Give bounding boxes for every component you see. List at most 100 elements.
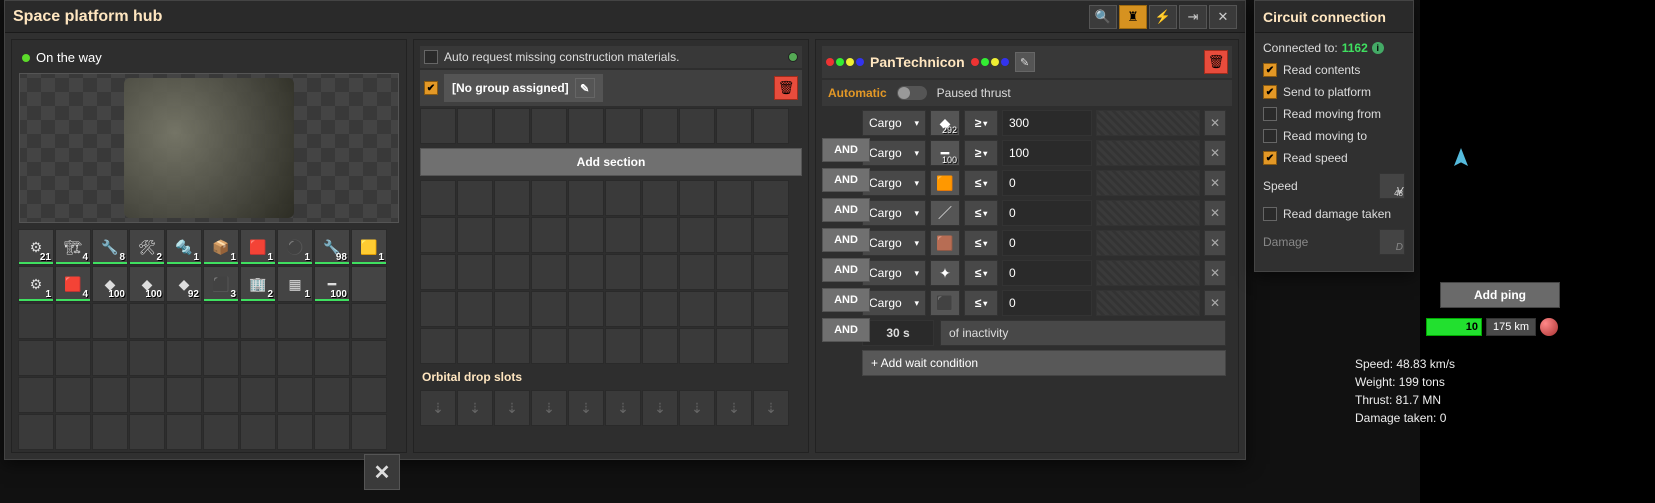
condition-operator-select[interactable]: ≤ ▾ bbox=[964, 170, 998, 196]
inventory-slot[interactable] bbox=[314, 414, 350, 450]
and-button[interactable]: AND bbox=[822, 138, 870, 162]
inactivity-time-input[interactable]: 30 s bbox=[862, 320, 934, 346]
inventory-slot[interactable] bbox=[18, 377, 54, 413]
delete-group-button[interactable]: 🗑 bbox=[774, 76, 798, 100]
section-slot[interactable] bbox=[494, 108, 530, 144]
inventory-slot[interactable]: ◆100 bbox=[129, 266, 165, 302]
condition-operator-select[interactable]: ≥ ▾ bbox=[964, 110, 998, 136]
condition-value-input[interactable]: 300 bbox=[1002, 110, 1092, 136]
inventory-slot[interactable] bbox=[55, 303, 91, 339]
section-slot[interactable] bbox=[531, 108, 567, 144]
request-slot[interactable] bbox=[457, 217, 493, 253]
request-slot[interactable] bbox=[494, 180, 530, 216]
orbital-drop-slot[interactable]: ⇣ bbox=[679, 390, 715, 426]
remove-condition-button[interactable]: ✕ bbox=[1204, 200, 1226, 226]
inventory-slot[interactable] bbox=[351, 377, 387, 413]
and-button[interactable]: AND bbox=[822, 318, 870, 342]
edit-schedule-icon[interactable]: ✎ bbox=[1015, 52, 1035, 72]
request-slot[interactable] bbox=[494, 254, 530, 290]
circuit-checkbox[interactable] bbox=[1263, 63, 1277, 77]
remove-condition-button[interactable]: ✕ bbox=[1204, 230, 1226, 256]
inventory-slot[interactable] bbox=[351, 414, 387, 450]
read-damage-checkbox[interactable] bbox=[1263, 207, 1277, 221]
and-button[interactable]: AND bbox=[822, 198, 870, 222]
inventory-slot[interactable]: 🏗4 bbox=[55, 229, 91, 265]
section-slot[interactable] bbox=[605, 108, 641, 144]
schedule-color-icon[interactable] bbox=[826, 58, 864, 66]
request-slot[interactable] bbox=[420, 180, 456, 216]
section-slot[interactable] bbox=[642, 108, 678, 144]
request-slot[interactable] bbox=[457, 254, 493, 290]
circuit-checkbox[interactable] bbox=[1263, 85, 1277, 99]
inventory-slot[interactable] bbox=[129, 414, 165, 450]
destination-planet-icon[interactable] bbox=[1540, 318, 1558, 336]
request-slot[interactable] bbox=[716, 180, 752, 216]
orbital-drop-slot[interactable]: ⇣ bbox=[753, 390, 789, 426]
request-slot[interactable] bbox=[568, 291, 604, 327]
inventory-slot[interactable] bbox=[277, 377, 313, 413]
request-slot[interactable] bbox=[679, 180, 715, 216]
inventory-slot[interactable]: ◆92 bbox=[166, 266, 202, 302]
condition-item-button[interactable]: ⬛ bbox=[930, 290, 960, 316]
request-slot[interactable] bbox=[642, 180, 678, 216]
section-slot[interactable] bbox=[753, 108, 789, 144]
inventory-slot[interactable] bbox=[203, 377, 239, 413]
condition-item-button[interactable]: 🟧 bbox=[930, 170, 960, 196]
request-slot[interactable] bbox=[605, 254, 641, 290]
request-slot[interactable] bbox=[494, 328, 530, 364]
section-slot[interactable] bbox=[568, 108, 604, 144]
condition-item-button[interactable]: ◆292 bbox=[930, 110, 960, 136]
request-slot[interactable] bbox=[494, 217, 530, 253]
remove-condition-button[interactable]: ✕ bbox=[1204, 170, 1226, 196]
request-slot[interactable] bbox=[420, 291, 456, 327]
request-slot[interactable] bbox=[457, 328, 493, 364]
condition-type-select[interactable]: Cargo ▾ bbox=[862, 110, 926, 136]
inventory-slot[interactable] bbox=[351, 340, 387, 376]
lightning-icon[interactable]: ⚡ bbox=[1149, 5, 1177, 29]
inventory-slot[interactable] bbox=[129, 377, 165, 413]
condition-value-input[interactable]: 100 bbox=[1002, 140, 1092, 166]
request-slot[interactable] bbox=[457, 180, 493, 216]
inventory-slot[interactable]: 🔩1 bbox=[166, 229, 202, 265]
add-wait-condition-button[interactable]: + Add wait condition bbox=[862, 350, 1226, 376]
inventory-slot[interactable]: 🔧98 bbox=[314, 229, 350, 265]
add-section-button[interactable]: Add section bbox=[420, 148, 802, 176]
condition-item-button[interactable]: ✦ bbox=[930, 260, 960, 286]
request-slot[interactable] bbox=[605, 180, 641, 216]
inventory-slot[interactable] bbox=[240, 377, 276, 413]
and-button[interactable]: AND bbox=[822, 288, 870, 312]
inventory-slot[interactable] bbox=[314, 340, 350, 376]
request-slot[interactable] bbox=[642, 217, 678, 253]
speed-signal-button[interactable]: V48 bbox=[1379, 173, 1405, 199]
condition-type-select[interactable]: Cargo ▾ bbox=[862, 230, 926, 256]
request-slot[interactable] bbox=[679, 328, 715, 364]
request-slot[interactable] bbox=[716, 254, 752, 290]
inventory-slot[interactable]: 🟥1 bbox=[240, 229, 276, 265]
condition-item-button[interactable]: ━100 bbox=[930, 140, 960, 166]
group-chip[interactable]: [No group assigned] ✎ bbox=[444, 74, 603, 102]
circuit-checkbox[interactable] bbox=[1263, 107, 1277, 121]
request-slot[interactable] bbox=[420, 217, 456, 253]
request-slot[interactable] bbox=[642, 328, 678, 364]
inventory-slot[interactable] bbox=[18, 303, 54, 339]
inventory-slot[interactable]: ⬛3 bbox=[203, 266, 239, 302]
inventory-slot[interactable] bbox=[203, 303, 239, 339]
inventory-slot[interactable] bbox=[203, 414, 239, 450]
inventory-slot[interactable]: 🟥4 bbox=[55, 266, 91, 302]
inventory-slot[interactable] bbox=[129, 340, 165, 376]
and-button[interactable]: AND bbox=[822, 258, 870, 282]
inventory-slot[interactable]: 🛠2 bbox=[129, 229, 165, 265]
request-slot[interactable] bbox=[642, 254, 678, 290]
request-slot[interactable] bbox=[753, 328, 789, 364]
condition-operator-select[interactable]: ≤ ▾ bbox=[964, 200, 998, 226]
condition-item-button[interactable]: ／ bbox=[930, 200, 960, 226]
request-slot[interactable] bbox=[494, 291, 530, 327]
orbital-drop-slot[interactable]: ⇣ bbox=[568, 390, 604, 426]
search-icon[interactable]: 🔍 bbox=[1089, 5, 1117, 29]
request-slot[interactable] bbox=[420, 254, 456, 290]
destination-color-icon[interactable] bbox=[971, 58, 1009, 66]
delete-schedule-button[interactable]: 🗑 bbox=[1204, 50, 1228, 74]
request-slot[interactable] bbox=[605, 291, 641, 327]
inventory-slot[interactable] bbox=[18, 340, 54, 376]
request-slot[interactable] bbox=[531, 180, 567, 216]
